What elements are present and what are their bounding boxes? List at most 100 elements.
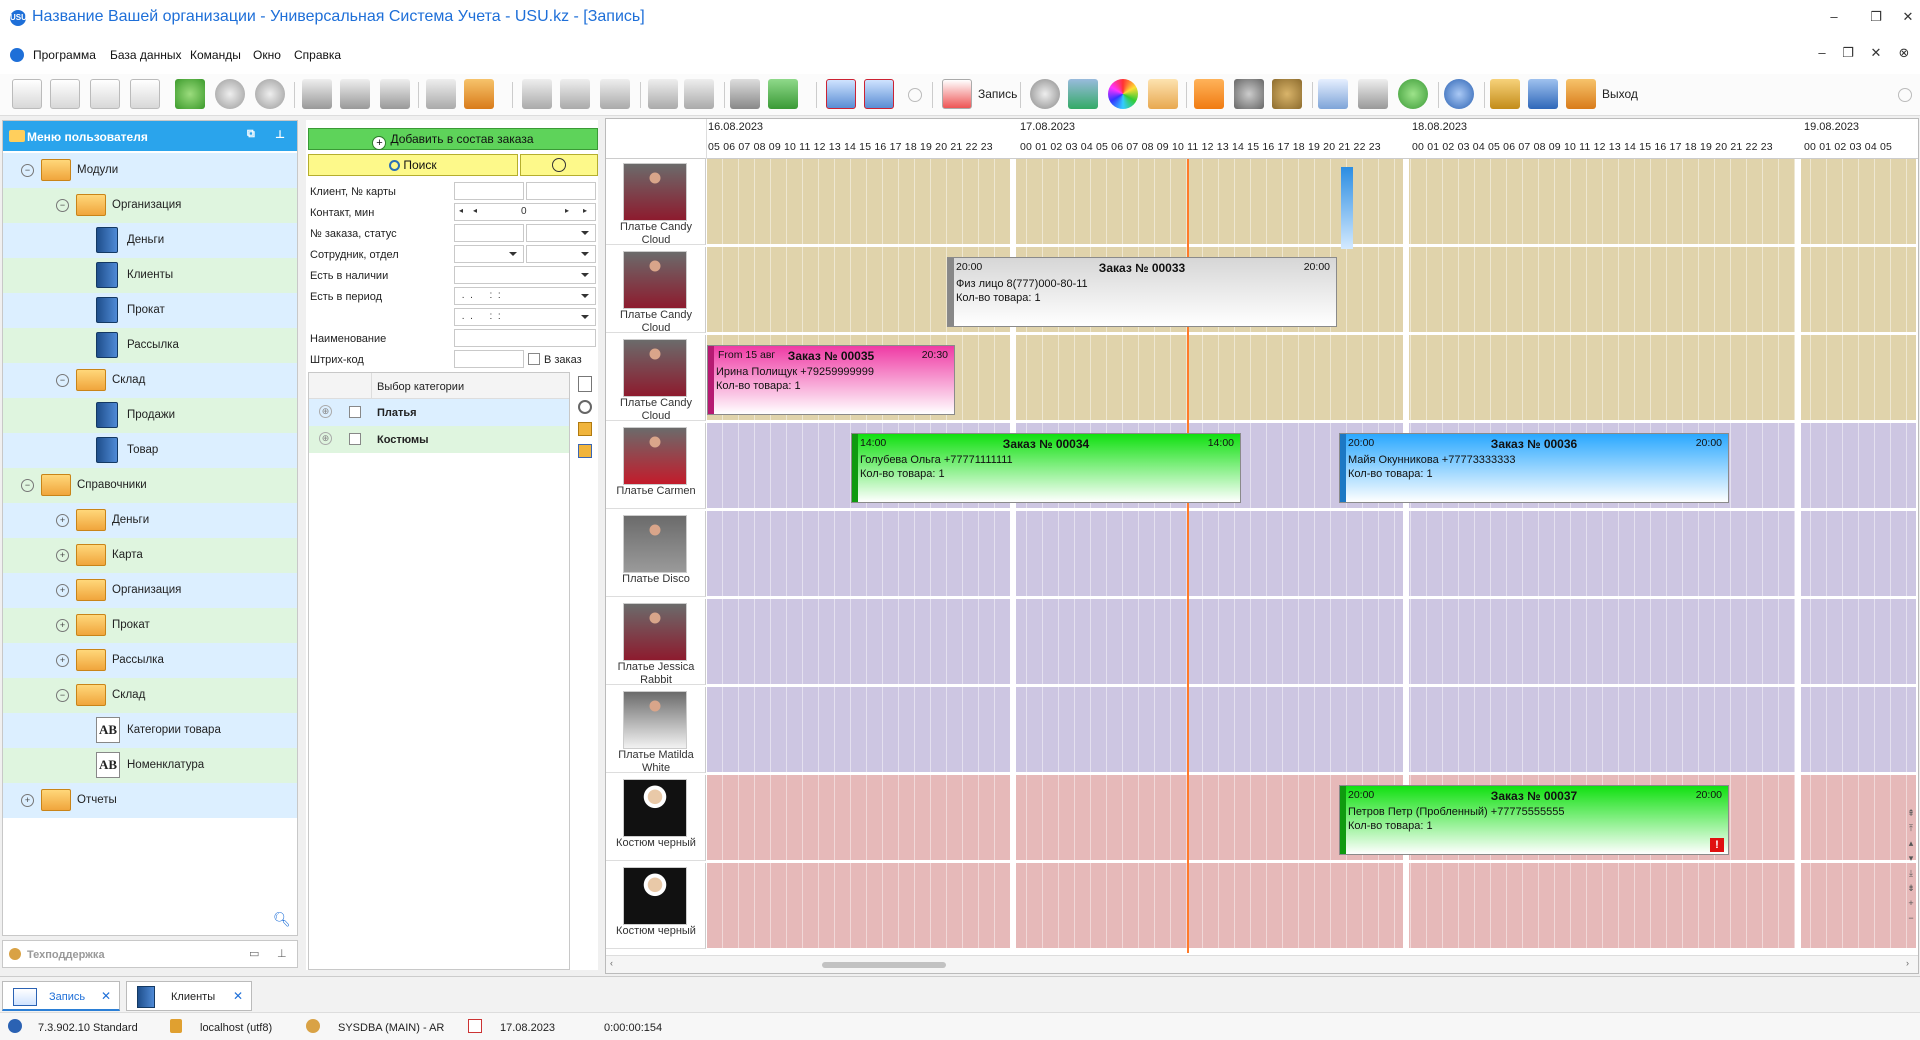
next-icon[interactable]: ▸ <box>565 206 569 215</box>
forward-icon[interactable] <box>1398 79 1428 109</box>
calendar-icon[interactable] <box>942 79 972 109</box>
menu-help[interactable]: Справка <box>294 48 341 62</box>
mdi-extra-icon[interactable]: ⊗ <box>1890 42 1918 64</box>
menu-database[interactable]: База данных <box>110 48 181 62</box>
expand-icon[interactable]: + <box>56 584 69 597</box>
tree-item[interactable]: + Рассылка <box>3 643 297 678</box>
tree-item[interactable]: Клиенты <box>3 258 297 293</box>
color-icon[interactable] <box>1108 79 1138 109</box>
restore-button[interactable]: ❐ <box>1862 6 1890 28</box>
tree-item[interactable]: Рассылка <box>3 328 297 363</box>
client-input[interactable] <box>454 182 524 200</box>
print-icon[interactable] <box>1358 79 1388 109</box>
flag-icon[interactable] <box>426 79 456 109</box>
filter-clear-icon[interactable] <box>380 79 410 109</box>
scroll-left-icon[interactable]: ‹ <box>610 958 613 968</box>
menu-program[interactable]: Программа <box>33 48 96 62</box>
copy-icon[interactable] <box>50 79 80 109</box>
expand-icon[interactable]: ⊕ <box>319 405 332 418</box>
time-band[interactable] <box>707 687 1916 773</box>
scroll-top-icon[interactable]: ⇞ <box>1904 806 1918 821</box>
edit-icon[interactable] <box>90 79 120 109</box>
collapse-icon[interactable]: − <box>21 164 34 177</box>
support-panel[interactable]: Техподдержка ▭ ⊥ <box>2 940 298 968</box>
status-select[interactable] <box>526 224 596 242</box>
close-icon[interactable]: ✕ <box>233 989 243 1003</box>
image-icon[interactable] <box>464 79 494 109</box>
period-to-input[interactable]: . . : : <box>454 308 596 326</box>
plugin-icon[interactable] <box>1528 79 1558 109</box>
export-excel-icon[interactable] <box>768 79 798 109</box>
tree-item[interactable]: Товар <box>3 433 297 468</box>
add-to-order-button[interactable]: + Добавить в состав заказа <box>308 128 598 150</box>
resource-cell[interactable]: Платье Matilda White <box>606 687 706 773</box>
exit-label[interactable]: Выход <box>1602 87 1638 101</box>
resource-cell[interactable]: Платье Candy Cloud <box>606 247 706 333</box>
appointment-00034[interactable]: 14:00 Заказ № 00034 14:00 Голубева Ольга… <box>851 433 1241 503</box>
users-icon[interactable] <box>1272 79 1302 109</box>
cancel-icon[interactable] <box>908 88 922 102</box>
info-icon[interactable] <box>1444 79 1474 109</box>
time-band[interactable] <box>707 775 1916 861</box>
menu-commands[interactable]: Команды <box>190 48 241 62</box>
menu-window[interactable]: Окно <box>253 48 281 62</box>
expand-icon[interactable]: + <box>56 654 69 667</box>
resource-cell[interactable]: Платье Jessica Rabbit <box>606 599 706 685</box>
scroll-down-page-icon[interactable]: ⤓ <box>1904 866 1918 881</box>
pin-icon[interactable]: ⊥ <box>277 947 287 960</box>
tree-item[interactable]: − Справочники <box>3 468 297 503</box>
warning-icon[interactable]: ! <box>1710 838 1724 852</box>
scroll-thumb[interactable] <box>822 962 946 968</box>
category-row[interactable]: ⊕ Костюмы <box>309 426 569 453</box>
collapse-icon[interactable]: − <box>56 374 69 387</box>
category-row[interactable]: ⊕ Платья <box>309 399 569 426</box>
zoom-in-icon[interactable]: + <box>1904 896 1918 911</box>
department-select[interactable] <box>526 245 596 263</box>
copy-icon[interactable] <box>578 376 592 392</box>
expand-icon[interactable]: ⊕ <box>319 432 332 445</box>
refresh-icon[interactable] <box>175 79 205 109</box>
minimize-button[interactable]: – <box>1820 6 1848 28</box>
mdi-minimize-button[interactable]: – <box>1808 42 1836 64</box>
contact-spinner[interactable]: ◂ ◂ 0 ▸ ▸ <box>454 203 596 221</box>
zoom-out-icon[interactable]: − <box>1904 911 1918 926</box>
add-icon[interactable] <box>12 79 42 109</box>
barcode-input[interactable] <box>454 350 524 368</box>
delete-icon[interactable] <box>130 79 160 109</box>
toolbar-more-icon[interactable] <box>1898 88 1912 102</box>
collapse-icon[interactable]: − <box>56 199 69 212</box>
tree-item[interactable]: + Деньги <box>3 503 297 538</box>
scroll-bottom-icon[interactable]: ⇟ <box>1904 881 1918 896</box>
pin-icon[interactable]: ⊥ <box>275 128 285 141</box>
grid-icon[interactable] <box>684 79 714 109</box>
hand-icon[interactable] <box>1148 79 1178 109</box>
scroll-up-icon[interactable]: ▴ <box>1904 836 1918 851</box>
tree-item[interactable]: − Модули <box>3 153 297 188</box>
time-band[interactable] <box>707 599 1916 685</box>
in-stock-select[interactable] <box>454 266 596 284</box>
tree-icon[interactable] <box>560 79 590 109</box>
tree-item[interactable]: − Склад <box>3 363 297 398</box>
expand-icon[interactable]: + <box>21 794 34 807</box>
close-button[interactable]: ✕ <box>1894 6 1920 28</box>
record-label[interactable]: Запись <box>978 87 1017 101</box>
app-menu-icon[interactable] <box>10 48 24 62</box>
tree-item[interactable]: + Карта <box>3 538 297 573</box>
order-input[interactable] <box>454 224 524 242</box>
expand-icon[interactable]: + <box>56 619 69 632</box>
period-from-input[interactable]: . . : : <box>454 287 596 305</box>
resource-cell[interactable]: Костюм черный <box>606 775 706 861</box>
tree-item[interactable]: Продажи <box>3 398 297 433</box>
exit-icon[interactable] <box>1566 79 1596 109</box>
close-icon[interactable]: ✕ <box>101 989 111 1003</box>
lock-icon[interactable] <box>1490 79 1520 109</box>
tree-item[interactable]: Деньги <box>3 223 297 258</box>
resource-cell[interactable]: Платье Disco <box>606 511 706 597</box>
tree-collapse-icon[interactable] <box>600 79 630 109</box>
tab-record[interactable]: Запись ✕ <box>2 981 120 1011</box>
close-window-icon[interactable] <box>826 79 856 109</box>
last-icon[interactable]: ▸ <box>583 206 587 215</box>
map-icon[interactable] <box>1068 79 1098 109</box>
close-all-icon[interactable] <box>864 79 894 109</box>
expand-icon[interactable] <box>522 79 552 109</box>
